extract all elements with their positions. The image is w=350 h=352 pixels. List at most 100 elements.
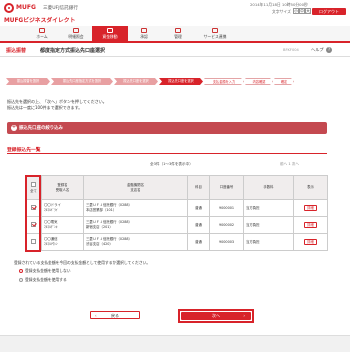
fee-payer: 当方負担 bbox=[243, 233, 294, 251]
step-3: 振込先口座を選択 bbox=[114, 78, 158, 85]
nav-item-admin[interactable]: 管理 bbox=[160, 26, 196, 41]
bank-cell: 三菱ＵＦＪ信託銀行（0288） 渋谷支店（420） bbox=[83, 233, 188, 251]
footer bbox=[0, 335, 350, 352]
column-header-bank: 金融機関名 支店名 bbox=[83, 175, 188, 200]
detail-button[interactable]: 詳細 bbox=[304, 221, 317, 229]
account-type: 普通 bbox=[187, 216, 210, 234]
bank-cell: 三菱ＵＦＪ信託銀行（0288） 新宿支店（201） bbox=[83, 216, 188, 234]
radio-label: 登録支払金額を使用しない bbox=[25, 268, 71, 273]
service-icon bbox=[212, 28, 218, 33]
section-title: 振込振替 bbox=[6, 48, 27, 54]
column-header-name: 登録名 受取人名 bbox=[41, 175, 84, 200]
page-title: 都度指定方式振込先口座選択 bbox=[40, 48, 106, 54]
payee-name-cell: 〇〇ドライ ﾏﾙﾏﾙﾄﾞﾗｲ bbox=[41, 199, 84, 217]
brand-logo: MUFG bbox=[16, 4, 36, 11]
chevron-right-icon: › bbox=[243, 313, 245, 318]
radio-label: 登録支払金額を使用する bbox=[25, 277, 67, 282]
account-type: 普通 bbox=[187, 199, 210, 217]
transfer-icon bbox=[107, 28, 113, 33]
filter-title: 振込先口座の絞り込み bbox=[19, 126, 63, 131]
back-button[interactable]: ‹ 戻る bbox=[90, 311, 140, 319]
detail-button[interactable]: 詳細 bbox=[304, 204, 317, 212]
step-1: 振込振替を選択 bbox=[6, 78, 50, 85]
help-link[interactable]: ヘルプ bbox=[311, 47, 324, 53]
font-size-large-button[interactable]: 大 bbox=[305, 8, 311, 14]
font-size-label: 文字サイズ bbox=[272, 9, 291, 14]
statement-icon bbox=[73, 28, 79, 33]
column-header-fee: 手数料 bbox=[243, 175, 294, 200]
branch-name: 渋谷支店（420） bbox=[86, 242, 113, 246]
logout-button[interactable]: ログアウト bbox=[312, 8, 346, 15]
checkbox-column-highlight bbox=[25, 175, 41, 252]
step-2: 振込先口座指定方式を選択 bbox=[51, 78, 113, 85]
radio-no-registered-amount[interactable]: 登録支払金額を使用しない bbox=[19, 268, 71, 274]
payee-name-cell: 〇〇通信 ﾏﾙﾏﾙﾂｳｼﾝ bbox=[41, 233, 84, 251]
nav-item-service[interactable]: サービス連携 bbox=[194, 26, 236, 41]
nav-item-statements[interactable]: 明細照会 bbox=[58, 26, 94, 41]
nav-item-label: 管理 bbox=[174, 34, 182, 39]
fee-payer: 当方負担 bbox=[243, 216, 294, 234]
screen-id: BFKF004 bbox=[283, 48, 299, 52]
list-title: 登録振込先一覧 bbox=[7, 148, 41, 153]
nav-item-label: 明細照会 bbox=[68, 34, 84, 39]
expand-plus-icon: + bbox=[11, 124, 17, 131]
table-row: 〇〇ドライ ﾏﾙﾏﾙﾄﾞﾗｲ 三菱ＵＦＪ信託銀行（0288） 本店営業部（101） … bbox=[25, 199, 328, 217]
pagination: 前へ 1 次へ bbox=[280, 162, 299, 166]
nav-item-label: サービス連携 bbox=[203, 34, 227, 39]
payee-name-cell: 〇〇電気 ﾏﾙﾏﾙﾃﾞﾝｷ bbox=[41, 216, 84, 234]
view-cell: 詳細 bbox=[293, 233, 328, 251]
bank-cell: 三菱ＵＦＪ信託銀行（0288） 本店営業部（101） bbox=[83, 199, 188, 217]
nav-item-home[interactable]: ホーム bbox=[24, 26, 60, 41]
account-type: 普通 bbox=[187, 233, 210, 251]
column-header-account: 口座番号 bbox=[209, 175, 244, 200]
next-button[interactable]: 次へ › bbox=[181, 312, 251, 320]
header: MUFG 三菱UFJ信託銀行 MUFGビジネスダイレクト 2014年11月18日… bbox=[0, 0, 350, 26]
filter-accordion[interactable]: + 振込先口座の絞り込み bbox=[7, 122, 327, 134]
detail-button[interactable]: 詳細 bbox=[304, 238, 317, 246]
step-7: 確定 bbox=[274, 78, 294, 85]
admin-icon bbox=[175, 28, 181, 33]
payee-kana: ﾏﾙﾏﾙﾂｳｼﾝ bbox=[44, 242, 58, 246]
account-number: 9000002 bbox=[209, 216, 244, 234]
back-button-label: 戻る bbox=[111, 313, 119, 318]
view-cell: 詳細 bbox=[293, 216, 328, 234]
view-cell: 詳細 bbox=[293, 199, 328, 217]
result-count: 全3件（1〜3件を表示中） bbox=[150, 162, 193, 166]
instruction-line: 振込先は一度に100件まで選択できます。 bbox=[7, 105, 83, 110]
table-row: 〇〇通信 ﾏﾙﾏﾙﾂｳｼﾝ 三菱ＵＦＪ信託銀行（0288） 渋谷支店（420） 普通… bbox=[25, 233, 328, 251]
bank-name: 三菱UFJ信託銀行 bbox=[43, 6, 78, 11]
column-header-type: 科目 bbox=[187, 175, 210, 200]
payee-table: 全て 登録名 受取人名 金融機関名 支店名 科目 口座番号 手数料 表示 〇〇ド… bbox=[25, 175, 328, 251]
nav-item-approval[interactable]: 承認 bbox=[126, 26, 162, 41]
chevron-left-icon: ‹ bbox=[95, 313, 97, 318]
radio-use-registered-amount[interactable]: 登録支払金額を使用する bbox=[19, 277, 67, 283]
approval-icon bbox=[141, 28, 147, 33]
global-nav: ホーム 明細照会 資金移動 承認 管理 サービス連携 bbox=[0, 26, 350, 43]
amount-usage-question: 登録されている支払金額を今回の支払金額として使用するか選択してください。 bbox=[14, 260, 151, 265]
help-icon[interactable]: ? bbox=[326, 47, 332, 53]
table-header-row: 全て 登録名 受取人名 金融機関名 支店名 科目 口座番号 手数料 表示 bbox=[25, 175, 328, 200]
step-4-current: 振込先口座を選択 bbox=[159, 78, 203, 85]
table-row: 〇〇電気 ﾏﾙﾏﾙﾃﾞﾝｷ 三菱ＵＦＪ信託銀行（0288） 新宿支店（201） 普通… bbox=[25, 216, 328, 234]
nav-item-label: ホーム bbox=[36, 34, 48, 39]
nav-item-label: 承認 bbox=[140, 34, 148, 39]
page-header: 振込振替 都度指定方式振込先口座選択 BFKF004 ヘルプ ? bbox=[0, 44, 350, 57]
column-header-view: 表示 bbox=[293, 175, 328, 200]
fee-payer: 当方負担 bbox=[243, 199, 294, 217]
payee-kana: ﾏﾙﾏﾙﾃﾞﾝｷ bbox=[44, 225, 58, 229]
account-number: 9000003 bbox=[209, 233, 244, 251]
branch-name: 新宿支店（201） bbox=[86, 225, 113, 229]
step-5: 支払金額を入力 bbox=[204, 78, 244, 85]
divider bbox=[7, 153, 327, 154]
next-button-label: 次へ bbox=[212, 313, 220, 318]
home-icon bbox=[39, 28, 45, 33]
instructions: 振込先を選択の上、「次へ」ボタンを押してください。 振込先は一度に100件まで選… bbox=[7, 99, 107, 111]
nav-item-label: 資金移動 bbox=[102, 34, 118, 39]
step-6: 内容確認 bbox=[245, 78, 273, 85]
account-number: 9000001 bbox=[209, 199, 244, 217]
radio-button[interactable] bbox=[19, 277, 23, 282]
nav-item-transfer[interactable]: 資金移動 bbox=[92, 26, 128, 41]
branch-name: 本店営業部（101） bbox=[86, 208, 117, 212]
radio-button-selected[interactable] bbox=[19, 268, 23, 273]
mufg-logo-icon bbox=[4, 3, 14, 13]
